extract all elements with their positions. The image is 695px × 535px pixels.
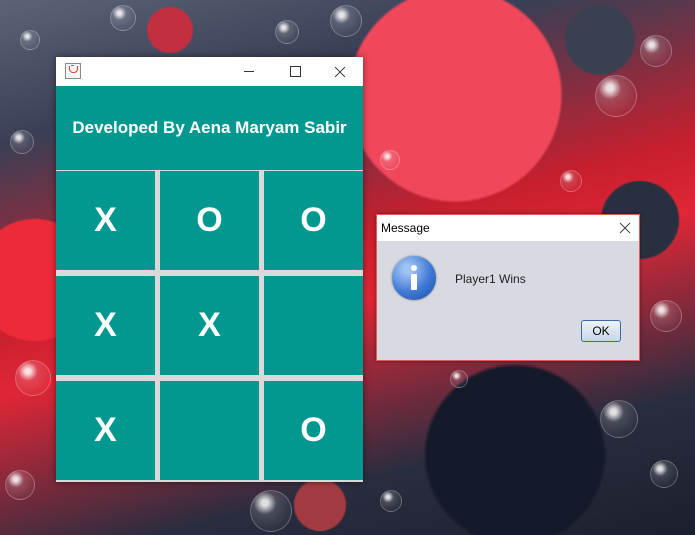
information-icon bbox=[392, 256, 436, 300]
board-cell-1-1[interactable]: X bbox=[56, 171, 155, 270]
window-titlebar[interactable] bbox=[56, 57, 363, 87]
developer-banner: Developed By Aena Maryam Sabir bbox=[56, 86, 363, 170]
maximize-button[interactable] bbox=[272, 57, 318, 86]
board-cell-2-3[interactable] bbox=[264, 276, 363, 375]
board-cell-1-3[interactable]: O bbox=[264, 171, 363, 270]
ok-button[interactable]: OK bbox=[581, 320, 621, 342]
board-cell-3-3[interactable]: O bbox=[264, 381, 363, 480]
java-app-icon[interactable] bbox=[65, 63, 81, 79]
dialog-close-button[interactable] bbox=[611, 215, 639, 241]
board-cell-2-2[interactable]: X bbox=[160, 276, 259, 375]
dialog-message: Player1 Wins bbox=[455, 272, 526, 286]
board-cell-3-2[interactable] bbox=[160, 381, 259, 480]
tic-tac-toe-window: Developed By Aena Maryam Sabir X O O X X… bbox=[56, 57, 363, 482]
minimize-button[interactable] bbox=[226, 57, 272, 86]
game-board: X O O X X X O bbox=[56, 170, 363, 482]
dialog-titlebar[interactable]: Message bbox=[377, 215, 639, 241]
close-button[interactable] bbox=[317, 57, 363, 86]
board-cell-3-1[interactable]: X bbox=[56, 381, 155, 480]
board-cell-1-2[interactable]: O bbox=[160, 171, 259, 270]
dialog-title: Message bbox=[381, 221, 430, 235]
message-dialog: Message Player1 Wins OK bbox=[376, 214, 640, 361]
board-cell-2-1[interactable]: X bbox=[56, 276, 155, 375]
